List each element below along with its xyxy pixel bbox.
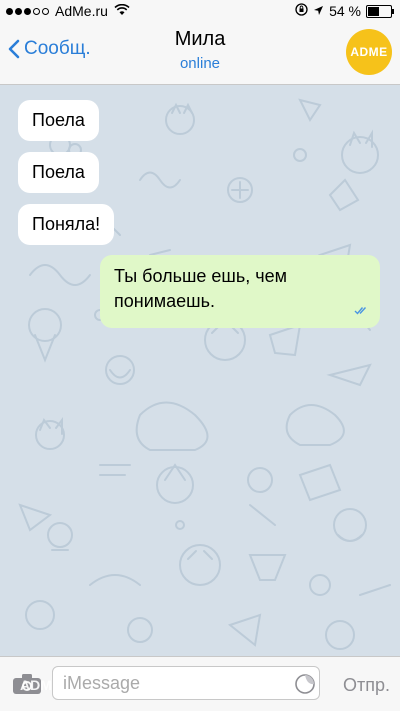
rotation-lock-icon [295,3,308,19]
location-icon [313,3,324,19]
battery-icon [366,4,394,18]
message-input[interactable] [52,666,320,700]
send-button[interactable]: Отпр. [343,675,390,696]
message-text-line: понимаешь. [114,291,215,311]
message-text: Поняла! [32,214,101,234]
battery-fill [368,6,379,16]
contact-status: online [179,55,221,72]
sticker-icon[interactable] [294,673,316,700]
nav-bar: Сообщ. Мила online ADME [0,24,400,85]
chat-area[interactable]: Поела Поела Поняла! Ты больше ешь, чем п… [0,85,400,656]
message-text-line: Ты больше ешь, чем [114,266,287,286]
message-bubble-outgoing[interactable]: Ты больше ешь, чем понимаешь. [100,255,380,328]
message-bubble-incoming[interactable]: Поела [18,152,99,193]
read-receipt-icon [354,297,370,322]
status-bar: AdMe.ru 54 % [0,0,400,24]
avatar[interactable]: ADME [346,29,392,75]
message-text: Поела [32,162,85,182]
input-bar: ADME Отпр. [0,656,400,711]
message-bubble-incoming[interactable]: Поела [18,100,99,141]
status-left: AdMe.ru [6,3,130,19]
message-bubble-incoming[interactable]: Поняла! [18,204,115,245]
status-right: 54 % [295,3,394,19]
contact-name: Мила [174,28,226,50]
wifi-icon [114,3,130,19]
message-text: Поела [32,110,85,130]
carrier-name: AdMe.ru [55,3,108,19]
avatar-text: ADME [350,45,388,59]
signal-icon [6,7,49,15]
battery-percent: 54 % [329,3,361,19]
